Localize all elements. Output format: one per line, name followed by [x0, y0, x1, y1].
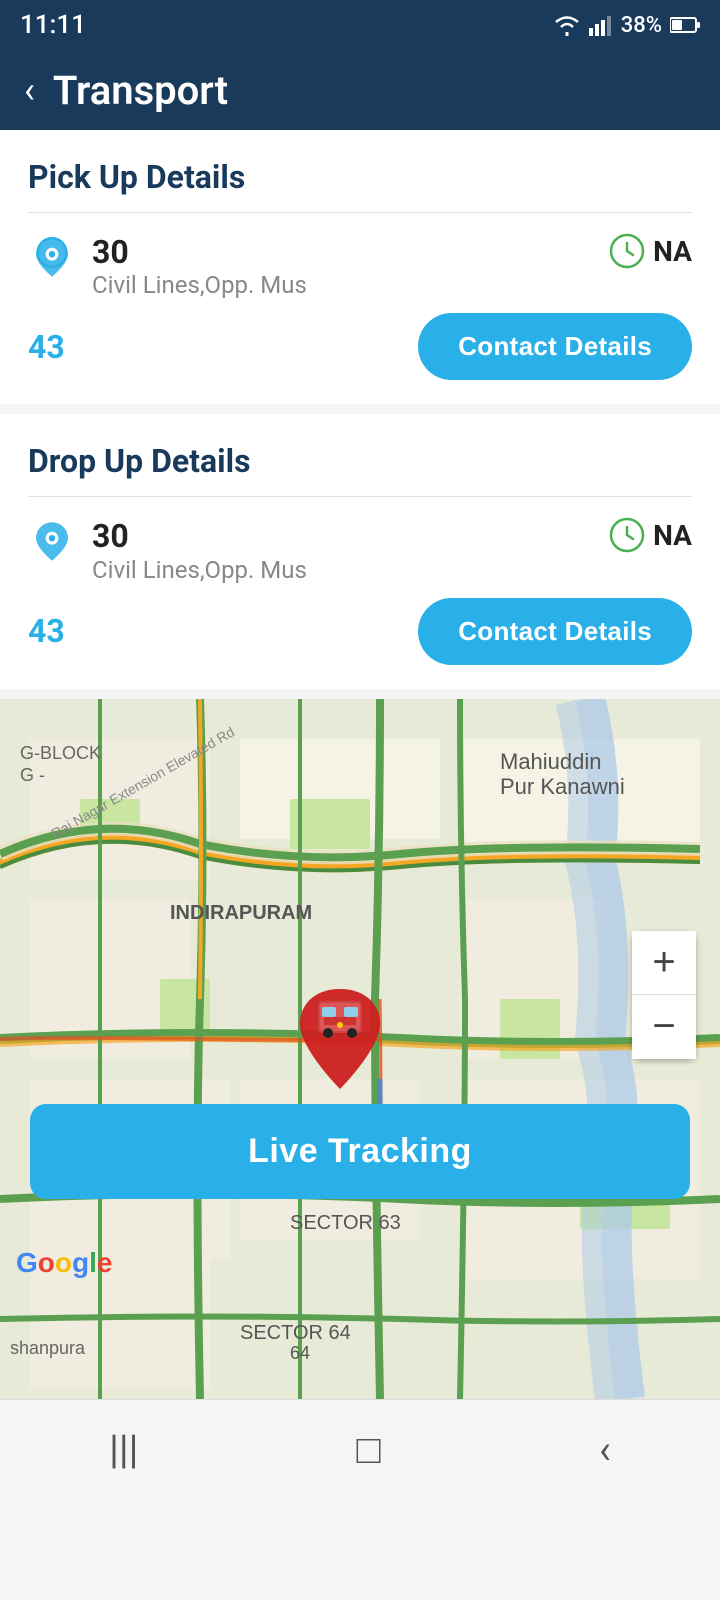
pickup-detail-row: 30 Civil Lines,Opp. Mus NA	[28, 233, 692, 299]
dropup-route-number: 43	[28, 612, 65, 650]
header: ‹ Transport	[0, 50, 720, 130]
nav-back-icon[interactable]: ‹	[599, 1426, 611, 1473]
dropup-location-icon	[28, 519, 76, 567]
svg-text:64: 64	[290, 1343, 310, 1363]
pickup-contact-button[interactable]: Contact Details	[418, 313, 692, 380]
svg-text:INDIRAPURAM: INDIRAPURAM	[170, 902, 312, 924]
svg-text:SECTOR 63: SECTOR 63	[290, 1212, 401, 1234]
pickup-time-info: NA	[609, 233, 692, 269]
page-title: Transport	[53, 67, 228, 114]
pickup-time-label: NA	[653, 235, 692, 268]
pickup-clock-icon	[609, 233, 645, 269]
dropup-bottom-row: 43 Contact Details	[28, 598, 692, 665]
svg-text:SECTOR 64: SECTOR 64	[240, 1322, 351, 1344]
pickup-detail-left: 30 Civil Lines,Opp. Mus	[28, 233, 307, 299]
dropup-divider	[28, 496, 692, 497]
live-tracking-button[interactable]: Live Tracking	[30, 1104, 690, 1199]
dropup-time-label: NA	[653, 519, 692, 552]
nav-recents-icon[interactable]: |||	[109, 1426, 138, 1473]
signal-icon	[589, 14, 613, 36]
dropup-clock-icon	[609, 517, 645, 553]
pickup-stop-info: 30 Civil Lines,Opp. Mus	[92, 233, 307, 299]
pickup-route-number: 43	[28, 328, 65, 366]
zoom-in-button[interactable]: +	[632, 931, 696, 995]
pickup-location-icon	[28, 235, 76, 283]
dropup-detail-left: 30 Civil Lines,Opp. Mus	[28, 517, 307, 583]
dropup-address: Civil Lines,Opp. Mus	[92, 556, 307, 584]
status-right: 38%	[553, 13, 700, 38]
svg-text:shanpura: shanpura	[10, 1338, 86, 1358]
dropup-detail-row: 30 Civil Lines,Opp. Mus NA	[28, 517, 692, 583]
pickup-title: Pick Up Details	[28, 158, 692, 196]
svg-text:Pur Kanawni: Pur Kanawni	[500, 774, 625, 799]
dropup-contact-button[interactable]: Contact Details	[418, 598, 692, 665]
dropup-stop-info: 30 Civil Lines,Opp. Mus	[92, 517, 307, 583]
svg-text:G -: G -	[20, 765, 45, 785]
nav-bar: ||| □ ‹	[0, 1399, 720, 1499]
pickup-section: Pick Up Details 30 Civil Lines,Opp. Mus …	[0, 130, 720, 404]
map-container[interactable]: Mahiuddin Pur Kanawni INDIRAPURAM G-BLOC…	[0, 699, 720, 1399]
nav-home-icon[interactable]: □	[357, 1426, 381, 1473]
dropup-stop-number: 30	[92, 517, 307, 555]
battery-text: 38%	[621, 13, 662, 38]
back-button[interactable]: ‹	[24, 69, 35, 111]
dropup-section: Drop Up Details 30 Civil Lines,Opp. Mus …	[0, 414, 720, 688]
map-svg: Mahiuddin Pur Kanawni INDIRAPURAM G-BLOC…	[0, 699, 720, 1399]
wifi-icon	[553, 14, 581, 36]
dropup-time-info: NA	[609, 517, 692, 553]
map-zoom-controls: + −	[632, 931, 696, 1059]
svg-text:G-BLOCK: G-BLOCK	[20, 743, 101, 763]
google-logo: G o o g l e	[16, 1247, 112, 1279]
zoom-out-button[interactable]: −	[632, 995, 696, 1059]
battery-icon	[670, 16, 700, 34]
status-time: 11:11	[20, 10, 86, 40]
svg-text:Mahiuddin: Mahiuddin	[500, 749, 602, 774]
pickup-stop-number: 30	[92, 233, 307, 271]
pickup-bottom-row: 43 Contact Details	[28, 313, 692, 380]
dropup-title: Drop Up Details	[28, 442, 692, 480]
pickup-divider	[28, 212, 692, 213]
pickup-address: Civil Lines,Opp. Mus	[92, 271, 307, 299]
status-bar: 11:11 38%	[0, 0, 720, 50]
